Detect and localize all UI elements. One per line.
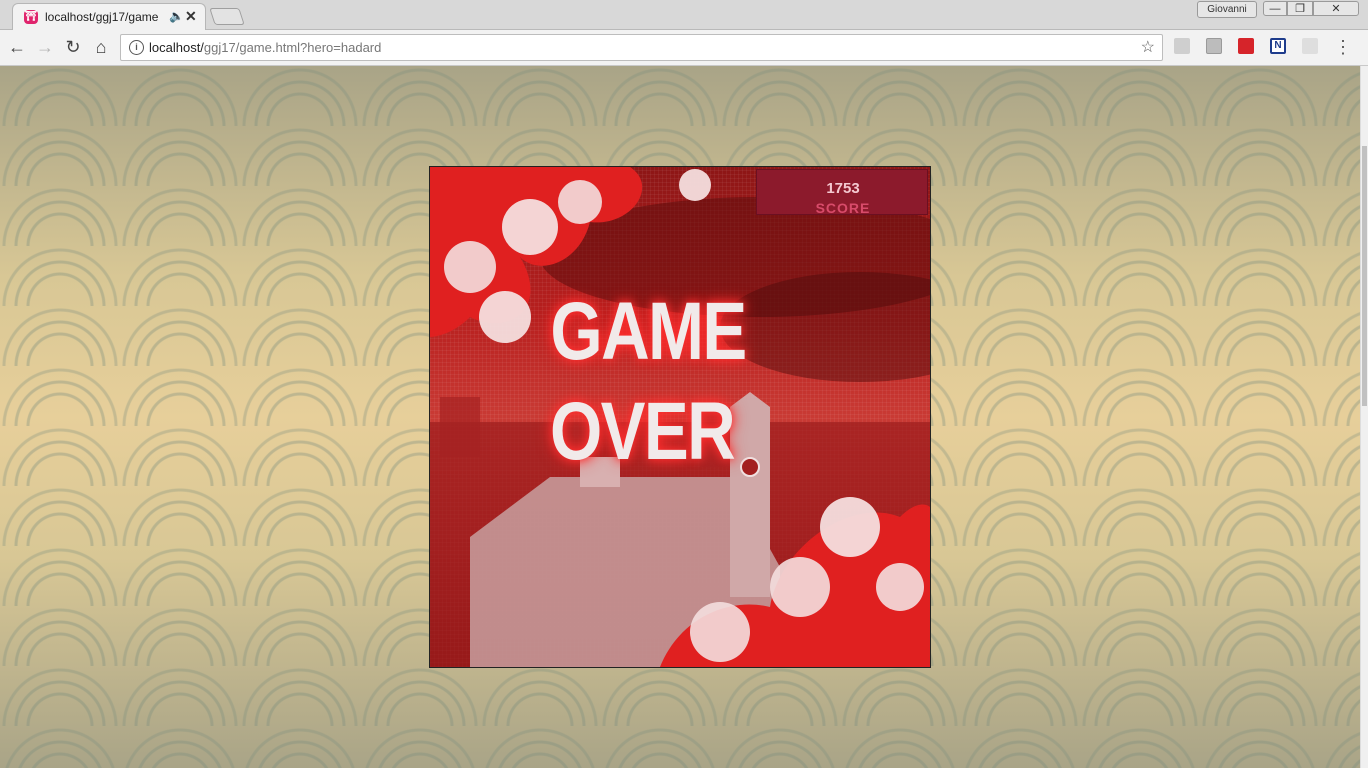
tab-title: localhost/ggj17/game: [45, 10, 159, 24]
cloud-extension-icon[interactable]: [1174, 38, 1190, 54]
tab-strip: ⛩ localhost/ggj17/game 🔈 ✕ Giovanni — ❐ …: [0, 0, 1368, 30]
game-favicon-icon: ⛩: [24, 10, 38, 24]
game-over-title-line-2: OVER: [549, 386, 736, 477]
url-host: localhost/: [149, 40, 204, 55]
wave-curl: [679, 169, 711, 201]
scrollbar-thumb[interactable]: [1362, 146, 1367, 406]
home-button[interactable]: ⌂: [90, 36, 112, 58]
window-minimize-button[interactable]: —: [1263, 1, 1287, 16]
url-path: ggj17/game.html?hero=hadard: [203, 40, 382, 55]
bookmark-star-icon[interactable]: ☆: [1141, 37, 1155, 57]
storage-extension-icon[interactable]: [1206, 38, 1222, 54]
game-over-title-line-1: GAME: [550, 286, 747, 377]
browser-tab[interactable]: ⛩ localhost/ggj17/game 🔈 ✕: [12, 3, 206, 30]
browser-toolbar: ← → ↻ ⌂ i localhost/ggj17/game.html?hero…: [0, 30, 1368, 66]
forward-button[interactable]: →: [34, 36, 56, 58]
window-restore-button[interactable]: ❐: [1287, 1, 1313, 16]
page-viewport: 1753 SCORE GAME OVER: [0, 66, 1360, 768]
game-canvas[interactable]: 1753 SCORE GAME OVER: [429, 166, 931, 668]
score-label: SCORE: [815, 200, 871, 216]
site-info-icon[interactable]: i: [129, 40, 144, 55]
address-bar[interactable]: i localhost/ggj17/game.html?hero=hadard …: [120, 34, 1163, 61]
tab-close-icon[interactable]: ✕: [185, 8, 197, 25]
wave-curl: [558, 180, 602, 224]
wave-curl: [820, 497, 880, 557]
wave-curl: [876, 563, 924, 611]
audio-playing-icon[interactable]: 🔈: [169, 9, 184, 23]
n-extension-icon[interactable]: N: [1270, 38, 1286, 54]
back-button[interactable]: ←: [6, 36, 28, 58]
red-extension-icon[interactable]: [1238, 38, 1254, 54]
score-value: 1753: [826, 180, 860, 197]
address-url[interactable]: localhost/ggj17/game.html?hero=hadard: [149, 40, 381, 55]
score-panel: 1753 SCORE: [756, 169, 928, 216]
pdf-extension-icon[interactable]: [1302, 38, 1318, 54]
wave-curl: [502, 199, 558, 255]
wave-curl: [690, 602, 750, 662]
page-scrollbar[interactable]: [1360, 66, 1368, 768]
window-close-button[interactable]: ✕: [1313, 1, 1359, 16]
browser-menu-button[interactable]: ⋮: [1334, 36, 1352, 58]
new-tab-button[interactable]: [209, 8, 245, 25]
profile-button[interactable]: Giovanni: [1197, 1, 1257, 18]
wave-curl: [770, 557, 830, 617]
reload-button[interactable]: ↻: [62, 36, 84, 58]
